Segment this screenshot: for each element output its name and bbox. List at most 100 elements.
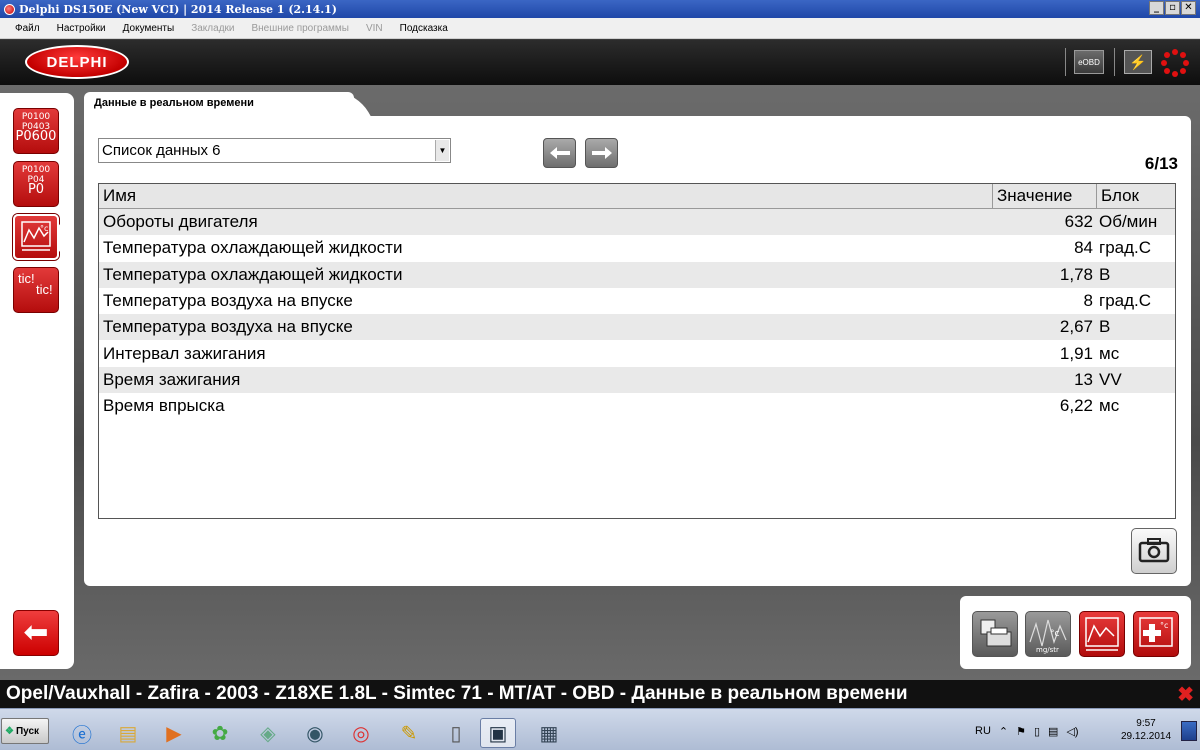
dtc-code: P0600	[15, 129, 57, 144]
network-tray-icon[interactable]: ▤	[1048, 725, 1058, 738]
media-player-icon[interactable]: ▶	[156, 718, 192, 748]
usb-icon[interactable]: ▯	[1034, 725, 1040, 738]
cell-value: 13	[1074, 369, 1093, 389]
file-explorer-icon[interactable]: ▤	[110, 718, 146, 748]
icq-icon[interactable]: ✿	[202, 718, 238, 748]
close-button[interactable]: ✕	[1181, 1, 1196, 15]
chevron-down-icon[interactable]: ▼	[435, 140, 449, 161]
dtc-code: P0100	[21, 165, 51, 175]
tab-live-data[interactable]: Данные в реальном времени	[84, 92, 354, 117]
volume-icon[interactable]: ◁)	[1066, 725, 1078, 738]
menu-help[interactable]: Подсказка	[391, 23, 456, 34]
table-row[interactable]: Температура охлаждающей жидкости 1,78 В	[99, 261, 1175, 288]
column-header-unit[interactable]: Блок	[1097, 184, 1175, 208]
folder-icon[interactable]: ◈	[250, 718, 286, 748]
show-desktop-button[interactable]	[1181, 721, 1197, 741]
menu-external-programs[interactable]: Внешние программы	[242, 23, 356, 34]
vehicle-status-bar: Opel/Vauxhall - Zafira - 2003 - Z18XE 1.…	[0, 680, 1200, 708]
menu-bookmarks[interactable]: Закладки	[182, 23, 242, 34]
app-header: DELPHI eOBD ⚡	[0, 40, 1200, 85]
menu-vin[interactable]: VIN	[357, 23, 391, 34]
minimize-button[interactable]: _	[1149, 1, 1164, 15]
cell-value: 1,78	[1059, 264, 1093, 284]
battery-status-icon: ⚡	[1124, 50, 1152, 74]
cell-value: 2,67	[1059, 317, 1093, 337]
page-counter: 6/13	[1144, 154, 1178, 173]
table-row[interactable]: Интервал зажигания 1,91 мс	[99, 340, 1175, 366]
flag-icon[interactable]: ⚑	[1016, 725, 1026, 738]
cell-unit: мс	[1099, 343, 1120, 363]
column-header-name[interactable]: Имя	[99, 184, 993, 208]
back-arrow-icon[interactable]: ⬅	[13, 610, 59, 656]
arrow-left-icon	[549, 147, 570, 159]
units-icon: mg/str °c	[1029, 619, 1067, 654]
cell-name: Температура воздуха на впуске	[103, 291, 353, 311]
graph-view-button[interactable]	[1079, 611, 1125, 657]
live-data-table: Имя Значение Блок Обороты двигателя 632 …	[98, 183, 1176, 519]
menu-documents[interactable]: Документы	[114, 23, 183, 34]
menu-bar: Файл Настройки Документы Закладки Внешни…	[0, 18, 1200, 39]
close-session-icon[interactable]: ✖	[1177, 682, 1194, 707]
read-dtc-button[interactable]: P0100 P0403 P0600	[13, 108, 59, 154]
phone-icon[interactable]: ▯	[438, 718, 474, 748]
chrome-icon[interactable]: ◎	[343, 718, 379, 748]
table-header: Имя Значение Блок	[99, 184, 1175, 209]
clock[interactable]: 9:57 29.12.2014	[1116, 717, 1176, 743]
table-row[interactable]: Время зажигания 13 VV	[99, 366, 1175, 394]
tray-expand-icon[interactable]: ⌃	[999, 725, 1008, 738]
graph-icon	[1085, 617, 1119, 651]
maximize-button[interactable]: ▫	[1165, 1, 1180, 15]
cell-name: Интервал зажигания	[103, 343, 266, 363]
cell-unit: град.С	[1099, 238, 1152, 258]
system-tray: RU ⌃ ⚑ ▯ ▤ ◁)	[975, 715, 1079, 747]
svg-text:°c: °c	[40, 224, 48, 233]
eobd-button[interactable]: eOBD	[1074, 50, 1104, 74]
activation-button[interactable]: tic! tic!	[13, 267, 59, 313]
cell-unit: град.С	[1099, 291, 1152, 311]
start-label: Пуск	[15, 725, 40, 737]
next-list-button[interactable]	[585, 138, 618, 168]
dtc-code: P0	[27, 182, 45, 197]
header-divider	[1065, 48, 1066, 76]
start-button[interactable]: ❖ Пуск	[1, 718, 49, 744]
data-list-value: Список данных 6	[102, 142, 221, 159]
clear-dtc-button[interactable]: P0100 P04 P0	[13, 161, 59, 207]
table-row[interactable]: Температура воздуха на впуске 8 град.С	[99, 288, 1175, 314]
cell-name: Время впрыска	[103, 396, 225, 416]
internet-explorer-icon[interactable]: ⓔ	[64, 718, 100, 748]
tools-icon[interactable]: ✎	[391, 718, 427, 748]
window-titlebar: Delphi DS150E (New VCI) | 2014 Release 1…	[0, 0, 1200, 18]
svg-text:°c: °c	[1160, 621, 1168, 630]
cell-unit: мс	[1099, 396, 1120, 416]
printer-icon	[980, 619, 1012, 647]
table-row[interactable]: Время впрыска 6,22 мс	[99, 393, 1175, 419]
app-icon	[4, 3, 15, 15]
svg-text:mg/str: mg/str	[1036, 646, 1059, 654]
language-indicator[interactable]: RU	[975, 725, 991, 737]
table-row[interactable]: Температура воздуха на впуске 2,67 В	[99, 314, 1175, 341]
menu-file[interactable]: Файл	[6, 23, 48, 34]
windows-taskbar: ❖ Пуск ⓔ ▤ ▶ ✿ ◈ ◉ ◎ ✎ ▯ ▣ ▦ RU ⌃ ⚑ ▯ ▤ …	[0, 708, 1200, 750]
skype-icon[interactable]: ◉	[297, 718, 333, 748]
add-parameter-button[interactable]: °c	[1133, 611, 1179, 657]
camera-icon	[1138, 538, 1170, 563]
column-header-value[interactable]: Значение	[993, 184, 1097, 208]
table-row[interactable]: Температура охлаждающей жидкости 84 град…	[99, 235, 1175, 261]
print-button[interactable]	[972, 611, 1018, 657]
snapshot-button[interactable]	[1131, 528, 1177, 574]
units-button[interactable]: mg/str °c	[1025, 611, 1071, 657]
data-list-select[interactable]: Список данных 6 ▼	[98, 138, 451, 163]
clock-time: 9:57	[1136, 718, 1156, 729]
cell-value: 8	[1083, 291, 1093, 311]
table-row[interactable]: Обороты двигателя 632 Об/мин	[99, 209, 1175, 236]
prev-list-button[interactable]	[543, 138, 576, 168]
cell-name: Обороты двигателя	[103, 212, 258, 232]
arrow-right-icon	[591, 147, 612, 159]
dtc-code: P0100	[21, 112, 51, 122]
graph-icon: °c	[21, 221, 51, 251]
delphi-app-taskbar-icon[interactable]: ▣	[480, 718, 516, 748]
network-icon[interactable]: ▦	[531, 718, 567, 748]
menu-settings[interactable]: Настройки	[48, 23, 114, 34]
delphi-logo: DELPHI	[25, 45, 129, 79]
live-data-button[interactable]: °c	[13, 214, 59, 260]
